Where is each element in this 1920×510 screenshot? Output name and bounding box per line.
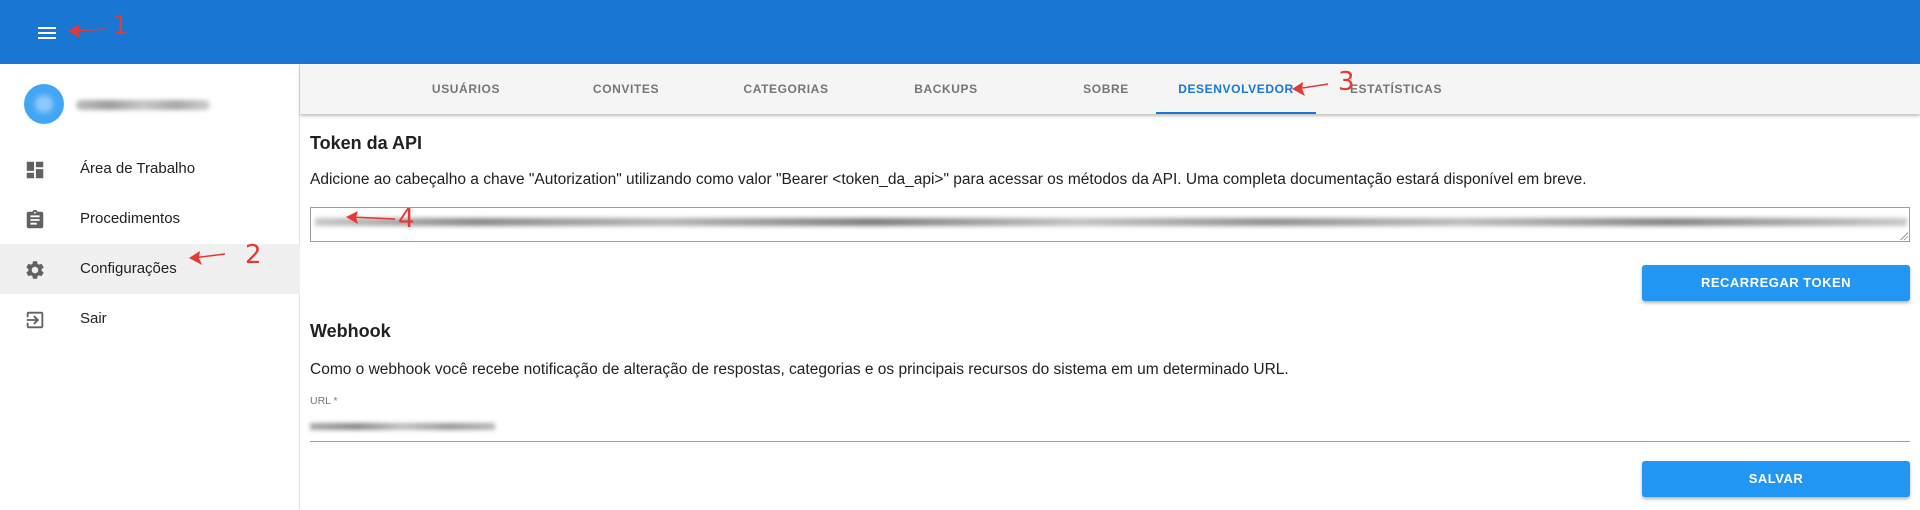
clipboard-icon [26, 209, 44, 229]
menu-icon[interactable] [36, 24, 58, 42]
api-token-value-redacted [315, 218, 1907, 226]
annotation-number-1: 1 [112, 11, 129, 41]
sidebar-item-procedimentos[interactable]: Procedimentos [0, 194, 300, 244]
tab-categorias[interactable]: CATEGORIAS [706, 64, 866, 114]
tab-backups[interactable]: BACKUPS [866, 64, 1026, 114]
sidebar-item-label: Área de Trabalho [80, 160, 196, 177]
annotation-number-3: 3 [1338, 67, 1355, 97]
url-field-label: URL * [310, 395, 338, 407]
tab-usuarios[interactable]: USUÁRIOS [386, 64, 546, 114]
tab-bar: USUÁRIOS CONVITES CATEGORIAS BACKUPS SOB… [300, 64, 1920, 114]
tab-desenvolvedor[interactable]: DESENVOLVEDOR [1156, 64, 1316, 114]
token-heading: Token da API [310, 133, 423, 153]
sidebar-item-label: Procedimentos [80, 210, 181, 227]
reload-token-button[interactable]: RECARREGAR TOKEN [1642, 265, 1910, 301]
webhook-heading: Webhook [310, 321, 391, 341]
url-field-underline [310, 441, 1910, 442]
user-name-redacted [76, 100, 210, 110]
token-description: Adicione ao cabeçalho a chave "Autorizat… [310, 171, 1587, 188]
sidebar-item-label: Sair [80, 310, 107, 327]
resize-handle[interactable] [1899, 231, 1908, 240]
developer-settings-panel: Token da API Adicione ao cabeçalho a cha… [300, 114, 1920, 510]
sidebar: Área de Trabalho Procedimentos Configura… [0, 64, 300, 510]
webhook-description: Como o webhook você recebe notificação d… [310, 361, 1289, 378]
annotation-number-2: 2 [245, 240, 262, 270]
url-field-value-redacted[interactable] [310, 423, 495, 430]
top-app-bar [0, 0, 1920, 64]
dashboard-icon [26, 161, 44, 179]
user-profile [0, 64, 300, 144]
sidebar-item-sair[interactable]: Sair [0, 294, 300, 344]
api-token-textarea[interactable] [310, 207, 1910, 242]
sidebar-item-label: Configurações [80, 260, 177, 277]
sidebar-item-area-de-trabalho[interactable]: Área de Trabalho [0, 144, 300, 194]
avatar[interactable] [24, 84, 64, 124]
save-button[interactable]: SALVAR [1642, 461, 1910, 497]
annotation-number-4: 4 [398, 204, 415, 234]
exit-icon [26, 311, 44, 329]
tab-convites[interactable]: CONVITES [546, 64, 706, 114]
gear-icon [26, 261, 44, 279]
